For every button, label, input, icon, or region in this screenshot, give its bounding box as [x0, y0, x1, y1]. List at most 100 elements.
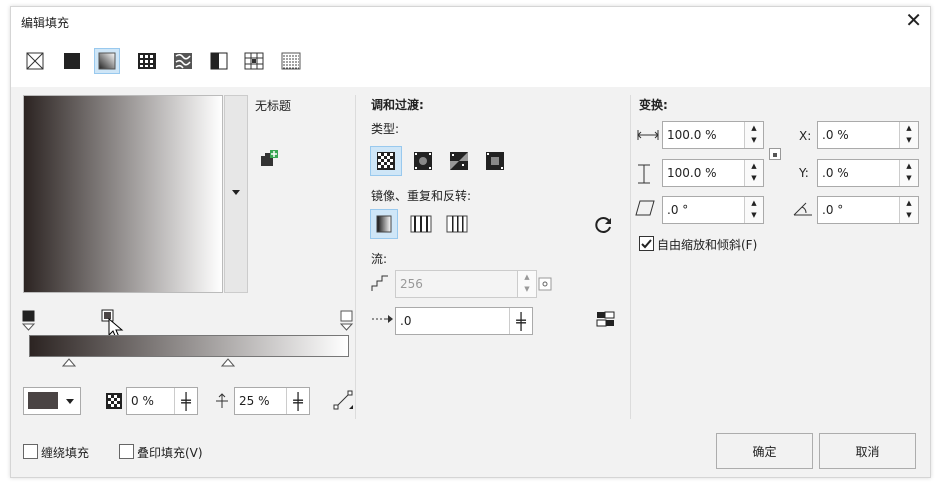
steps-field[interactable]: 256 ▲ ▼	[395, 270, 537, 298]
skew-field[interactable]: .0 ° ▲ ▼	[662, 196, 764, 224]
bitmap-pattern-fill-button[interactable]	[171, 49, 195, 73]
rotate-value: .0 °	[822, 203, 844, 217]
free-scale-checkbox[interactable]	[639, 236, 654, 251]
texture-fill-icon	[244, 52, 264, 70]
title-bar: 编辑填充 ✕	[11, 7, 930, 37]
lock-ratio-icon[interactable]	[769, 148, 781, 160]
midpoint-marker[interactable]	[62, 358, 76, 367]
default-fill-button[interactable]	[370, 209, 398, 239]
rotate-field[interactable]: .0 ° ▲ ▼	[817, 196, 919, 224]
position-field[interactable]: 25 % ╪	[234, 387, 310, 415]
uniform-fill-icon	[64, 53, 80, 69]
spinner-arrows[interactable]: ▲ ▼	[744, 197, 763, 223]
fountain-fill-icon	[98, 52, 116, 70]
smooth-blend-icon[interactable]	[596, 311, 616, 329]
spinner-arrows[interactable]: ▲ ▼	[899, 197, 918, 223]
repeat-button[interactable]	[445, 212, 469, 236]
lock-steps-icon[interactable]	[538, 277, 552, 291]
node-color-picker[interactable]	[23, 387, 81, 415]
chevron-down-icon	[232, 190, 240, 195]
gradient-ramp[interactable]	[29, 335, 349, 357]
two-color-pattern-fill-button[interactable]	[207, 49, 231, 73]
divider	[355, 95, 356, 419]
node-edit-icon[interactable]	[333, 389, 355, 411]
edit-fill-dialog: 编辑填充 ✕ 无标题 0 % ╪ 25 % ╪ 调和过渡: 类型: 镜像、重复和…	[10, 6, 931, 478]
skew-icon	[635, 200, 655, 216]
slider-icon[interactable]: ╪	[509, 308, 532, 334]
slider-icon[interactable]: ╪	[174, 388, 197, 414]
repeat-and-mirror-button[interactable]	[409, 212, 433, 236]
ok-button[interactable]: 确定	[716, 433, 813, 469]
mirror-repeat-label: 镜像、重复和反转:	[371, 189, 472, 203]
wrap-fill-label: 缠绕填充	[41, 446, 90, 460]
conical-fill-type-button[interactable]	[447, 149, 471, 173]
linear-fill-icon	[377, 152, 395, 170]
slider-icon[interactable]: ╪	[286, 388, 309, 414]
vector-pattern-fill-icon	[138, 53, 156, 69]
dialog-title: 编辑填充	[21, 16, 70, 30]
node-color-swatch	[28, 392, 58, 409]
postscript-fill-icon	[281, 52, 301, 70]
x-offset-field[interactable]: .0 % ▲ ▼	[817, 121, 919, 149]
spinner-arrows[interactable]: ▲ ▼	[517, 271, 536, 297]
fill-width-field[interactable]: 100.0 % ▲ ▼	[662, 121, 764, 149]
start-node-marker[interactable]	[22, 310, 36, 332]
midpoint-marker[interactable]	[221, 358, 235, 367]
wrap-fill-checkbox[interactable]	[23, 444, 38, 459]
spinner-arrows[interactable]: ▲ ▼	[899, 122, 918, 148]
spinner-arrows[interactable]: ▲ ▼	[744, 122, 763, 148]
default-fill-icon	[376, 215, 392, 233]
repeat-mirror-icon	[410, 215, 432, 233]
acceleration-value: .0	[400, 314, 412, 328]
transform-heading: 变换:	[639, 98, 668, 112]
steps-value: 256	[400, 277, 423, 291]
end-node-marker[interactable]	[340, 310, 354, 332]
no-fill-icon	[26, 52, 44, 70]
rotate-icon	[793, 202, 812, 216]
linear-fill-type-button[interactable]	[370, 146, 402, 176]
conical-fill-icon	[450, 152, 468, 170]
cancel-label: 取消	[855, 444, 880, 459]
reverse-icon[interactable]	[594, 215, 614, 235]
y-offset-field[interactable]: .0 % ▲ ▼	[817, 159, 919, 187]
fill-preview	[23, 95, 223, 293]
x-offset-value: .0 %	[822, 128, 849, 142]
elliptical-fill-type-button[interactable]	[411, 149, 435, 173]
transparency-field[interactable]: 0 % ╪	[126, 387, 198, 415]
rectangular-fill-icon	[486, 152, 504, 170]
spinner-arrows[interactable]: ▲ ▼	[899, 160, 918, 186]
overprint-fill-checkbox[interactable]	[119, 444, 134, 459]
preview-dropdown[interactable]	[224, 95, 248, 293]
postscript-fill-button[interactable]	[279, 49, 303, 73]
chevron-down-icon	[66, 399, 74, 404]
fill-height-field[interactable]: 100.0 % ▲ ▼	[662, 159, 764, 187]
rectangular-fill-type-button[interactable]	[483, 149, 507, 173]
add-to-library-icon[interactable]	[259, 150, 279, 168]
spinner-arrows[interactable]: ▲ ▼	[744, 160, 763, 186]
fill-width-icon	[637, 130, 659, 140]
no-fill-button[interactable]	[23, 49, 47, 73]
fill-name: 无标题	[255, 99, 292, 113]
elliptical-fill-icon	[414, 152, 432, 170]
flow-label: 流:	[371, 252, 388, 266]
two-color-pattern-fill-icon	[210, 52, 228, 70]
node-position-icon	[216, 393, 228, 408]
checkmark-icon	[641, 239, 652, 249]
fill-height-value: 100.0 %	[667, 166, 717, 180]
fill-height-icon	[638, 164, 650, 184]
acceleration-icon	[372, 315, 393, 323]
transparency-icon	[106, 393, 122, 409]
blend-heading: 调和过渡:	[371, 98, 424, 112]
close-icon[interactable]: ✕	[905, 8, 922, 32]
cancel-button[interactable]: 取消	[819, 433, 916, 469]
free-scale-label: 自由缩放和倾斜(F)	[657, 238, 758, 252]
vector-pattern-fill-button[interactable]	[135, 49, 159, 73]
fountain-fill-button[interactable]	[94, 48, 120, 74]
acceleration-field[interactable]: .0 ╪	[395, 307, 533, 335]
overprint-fill-label: 叠印填充(V)	[137, 446, 203, 460]
steps-icon	[371, 275, 388, 291]
y-label: Y:	[799, 166, 809, 180]
skew-value: .0 °	[667, 203, 689, 217]
texture-fill-button[interactable]	[242, 49, 266, 73]
uniform-fill-button[interactable]	[60, 49, 84, 73]
